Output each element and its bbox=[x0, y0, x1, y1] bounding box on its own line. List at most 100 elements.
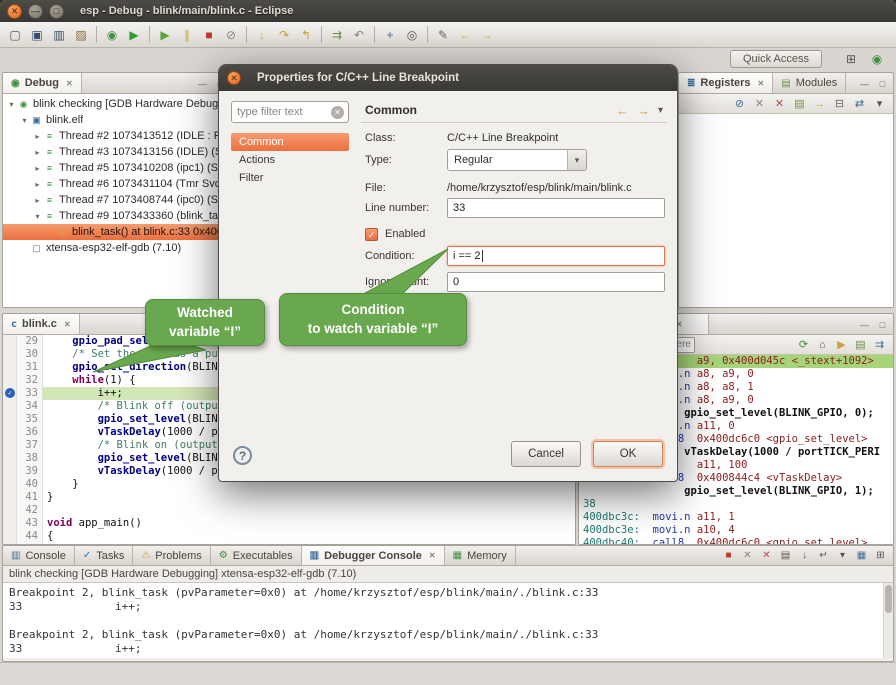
editor-ruler[interactable] bbox=[3, 504, 17, 517]
expand-icon[interactable]: ▸ bbox=[32, 132, 43, 141]
track-expression-icon[interactable]: ⇉ bbox=[870, 336, 889, 353]
resume-icon[interactable]: ▶ bbox=[154, 25, 176, 45]
editor-ruler[interactable] bbox=[3, 400, 17, 413]
folder-icon[interactable]: ▨ bbox=[70, 25, 92, 45]
dialog-nav-item-common[interactable]: Common bbox=[231, 133, 349, 151]
code-text[interactable]: { bbox=[43, 530, 575, 543]
remove-all-icon[interactable]: ✕ bbox=[770, 95, 789, 112]
editor-ruler[interactable] bbox=[3, 530, 17, 543]
close-icon[interactable]: ✕ bbox=[64, 320, 71, 329]
editor-ruler[interactable] bbox=[3, 361, 17, 374]
debug-tree-item[interactable]: ▸≡Thread #3 1073413156 (IDLE) (Susp bbox=[3, 144, 231, 160]
forward-icon[interactable]: → bbox=[637, 103, 650, 118]
instruction-stepping-icon[interactable]: ⇉ bbox=[326, 25, 348, 45]
help-button[interactable]: ? bbox=[233, 446, 252, 465]
debug-tree-item[interactable]: ▸≡Thread #2 1073413512 (IDLE : Runn bbox=[3, 128, 231, 144]
debug-tree-item[interactable]: ▾≡Thread #9 1073433360 (blink_task bbox=[3, 208, 231, 224]
tab-modules[interactable]: ▤Modules bbox=[773, 73, 846, 93]
disassembly-line[interactable]: gpio_set_level(BLINK_GPIO, 1); bbox=[579, 485, 893, 498]
dialog-nav-item-actions[interactable]: Actions bbox=[231, 151, 349, 169]
editor-ruler[interactable] bbox=[3, 374, 17, 387]
debug-tree-item[interactable]: ▾◉blink checking [GDB Hardware Debug bbox=[3, 96, 231, 112]
home-icon[interactable]: ⌂ bbox=[813, 336, 832, 353]
maximize-view-icon[interactable]: □ bbox=[876, 318, 889, 331]
skip-all-breakpoints-icon[interactable]: ⊘ bbox=[730, 95, 749, 112]
registers-content[interactable] bbox=[679, 114, 893, 307]
debug-tree-item[interactable]: ▾▣blink.elf bbox=[3, 112, 231, 128]
show-full-paths-icon[interactable]: ▤ bbox=[790, 95, 809, 112]
tab-debugger-console[interactable]: ▥Debugger Console✕ bbox=[302, 546, 445, 565]
editor-ruler[interactable] bbox=[3, 491, 17, 504]
breakpoint-marker-icon[interactable]: ✓ bbox=[5, 388, 15, 398]
clear-console-icon[interactable]: ▤ bbox=[777, 548, 794, 563]
tab-debug[interactable]: ◉ Debug ✕ bbox=[3, 73, 82, 93]
filter-input[interactable]: type filter text ✕ bbox=[231, 101, 349, 123]
search-icon[interactable]: ◎ bbox=[401, 25, 423, 45]
expand-icon[interactable]: ▸ bbox=[32, 196, 43, 205]
open-perspective-icon[interactable]: ⊞ bbox=[840, 49, 862, 69]
save-all-icon[interactable]: ▥ bbox=[48, 25, 70, 45]
debug-tree-item[interactable]: ▤blink_task() at blink.c:33 0x400db bbox=[3, 224, 231, 240]
ok-button[interactable]: OK bbox=[593, 441, 663, 467]
collapse-icon[interactable]: ▾ bbox=[6, 100, 17, 109]
editor-line[interactable]: 42 bbox=[3, 504, 575, 517]
window-minimize-button[interactable]: — bbox=[28, 4, 43, 19]
save-icon[interactable]: ▣ bbox=[26, 25, 48, 45]
enabled-checkbox[interactable]: ✓ bbox=[365, 228, 378, 241]
console-scrollbar[interactable] bbox=[883, 583, 893, 658]
sync-pc-icon[interactable]: ▶ bbox=[832, 336, 851, 353]
expand-icon[interactable]: ▸ bbox=[32, 148, 43, 157]
disassembly-line[interactable]: 38 bbox=[579, 498, 893, 511]
dialog-nav-item-filter[interactable]: Filter bbox=[231, 169, 349, 187]
editor-line[interactable]: 44{ bbox=[3, 530, 575, 543]
clear-filter-icon[interactable]: ✕ bbox=[331, 106, 344, 119]
debug-tree-item[interactable]: ▸≡Thread #6 1073431104 (Tmr Svc) (S bbox=[3, 176, 231, 192]
editor-ruler[interactable] bbox=[3, 452, 17, 465]
cancel-button[interactable]: Cancel bbox=[511, 441, 581, 467]
condition-input[interactable]: i == 2 bbox=[447, 246, 665, 266]
word-wrap-icon[interactable]: ↵ bbox=[815, 548, 832, 563]
editor-ruler[interactable] bbox=[3, 478, 17, 491]
expand-icon[interactable]: ▸ bbox=[32, 164, 43, 173]
run-icon[interactable]: ▶ bbox=[123, 25, 145, 45]
editor-line[interactable]: 43void app_main() bbox=[3, 517, 575, 530]
step-into-icon[interactable]: ↓ bbox=[251, 25, 273, 45]
suspend-icon[interactable]: ∥ bbox=[176, 25, 198, 45]
terminate-icon[interactable]: ■ bbox=[198, 25, 220, 45]
refresh-icon[interactable]: ⟳ bbox=[794, 336, 813, 353]
terminate-console-icon[interactable]: ■ bbox=[720, 548, 737, 563]
remove-selected-icon[interactable]: ✕ bbox=[750, 95, 769, 112]
editor-ruler[interactable] bbox=[3, 517, 17, 530]
minimize-view-icon[interactable]: — bbox=[196, 77, 209, 90]
tab-executables[interactable]: ⚙Executables bbox=[211, 546, 302, 565]
display-selected-console-icon[interactable]: ▦ bbox=[853, 548, 870, 563]
debug-tree-item[interactable]: ▸≡Thread #5 1073410208 (ipc1) (Susp bbox=[3, 160, 231, 176]
tab-tasks[interactable]: ✓Tasks bbox=[75, 546, 134, 565]
step-over-icon[interactable]: ↷ bbox=[273, 25, 295, 45]
expand-icon[interactable]: ▸ bbox=[32, 180, 43, 189]
type-select[interactable]: Regular ▾ bbox=[447, 149, 587, 171]
window-maximize-button[interactable]: □ bbox=[49, 4, 64, 19]
debug-tree-item[interactable]: ▸≡Thread #7 1073408744 (ipc0) (Susp bbox=[3, 192, 231, 208]
editor-ruler[interactable] bbox=[3, 426, 17, 439]
tab-registers[interactable]: ≣Registers✕ bbox=[679, 73, 773, 93]
back-icon[interactable]: ← bbox=[616, 103, 629, 118]
scrollbar-thumb[interactable] bbox=[885, 585, 892, 613]
collapse-all-icon[interactable]: ⊟ bbox=[830, 95, 849, 112]
editor-ruler[interactable] bbox=[3, 439, 17, 452]
editor-ruler[interactable] bbox=[3, 335, 17, 348]
ignore-count-input[interactable]: 0 bbox=[447, 272, 665, 292]
line-number-input[interactable]: 33 bbox=[447, 198, 665, 218]
close-icon[interactable]: ✕ bbox=[66, 79, 73, 88]
new-wizard-icon[interactable]: ▢ bbox=[4, 25, 26, 45]
editor-ruler[interactable] bbox=[3, 465, 17, 478]
scroll-lock-icon[interactable]: ↓ bbox=[796, 548, 813, 563]
editor-ruler[interactable]: ✓ bbox=[3, 387, 17, 400]
code-text[interactable]: void app_main() bbox=[43, 517, 575, 530]
collapse-icon[interactable]: ▾ bbox=[19, 116, 30, 125]
dialog-close-button[interactable]: ✕ bbox=[227, 71, 241, 85]
window-close-button[interactable]: ✕ bbox=[7, 4, 22, 19]
console-output[interactable]: Breakpoint 2, blink_task (pvParameter=0x… bbox=[3, 582, 893, 658]
close-icon[interactable]: ✕ bbox=[429, 551, 436, 560]
section-menu-icon[interactable]: ▾ bbox=[658, 105, 663, 116]
